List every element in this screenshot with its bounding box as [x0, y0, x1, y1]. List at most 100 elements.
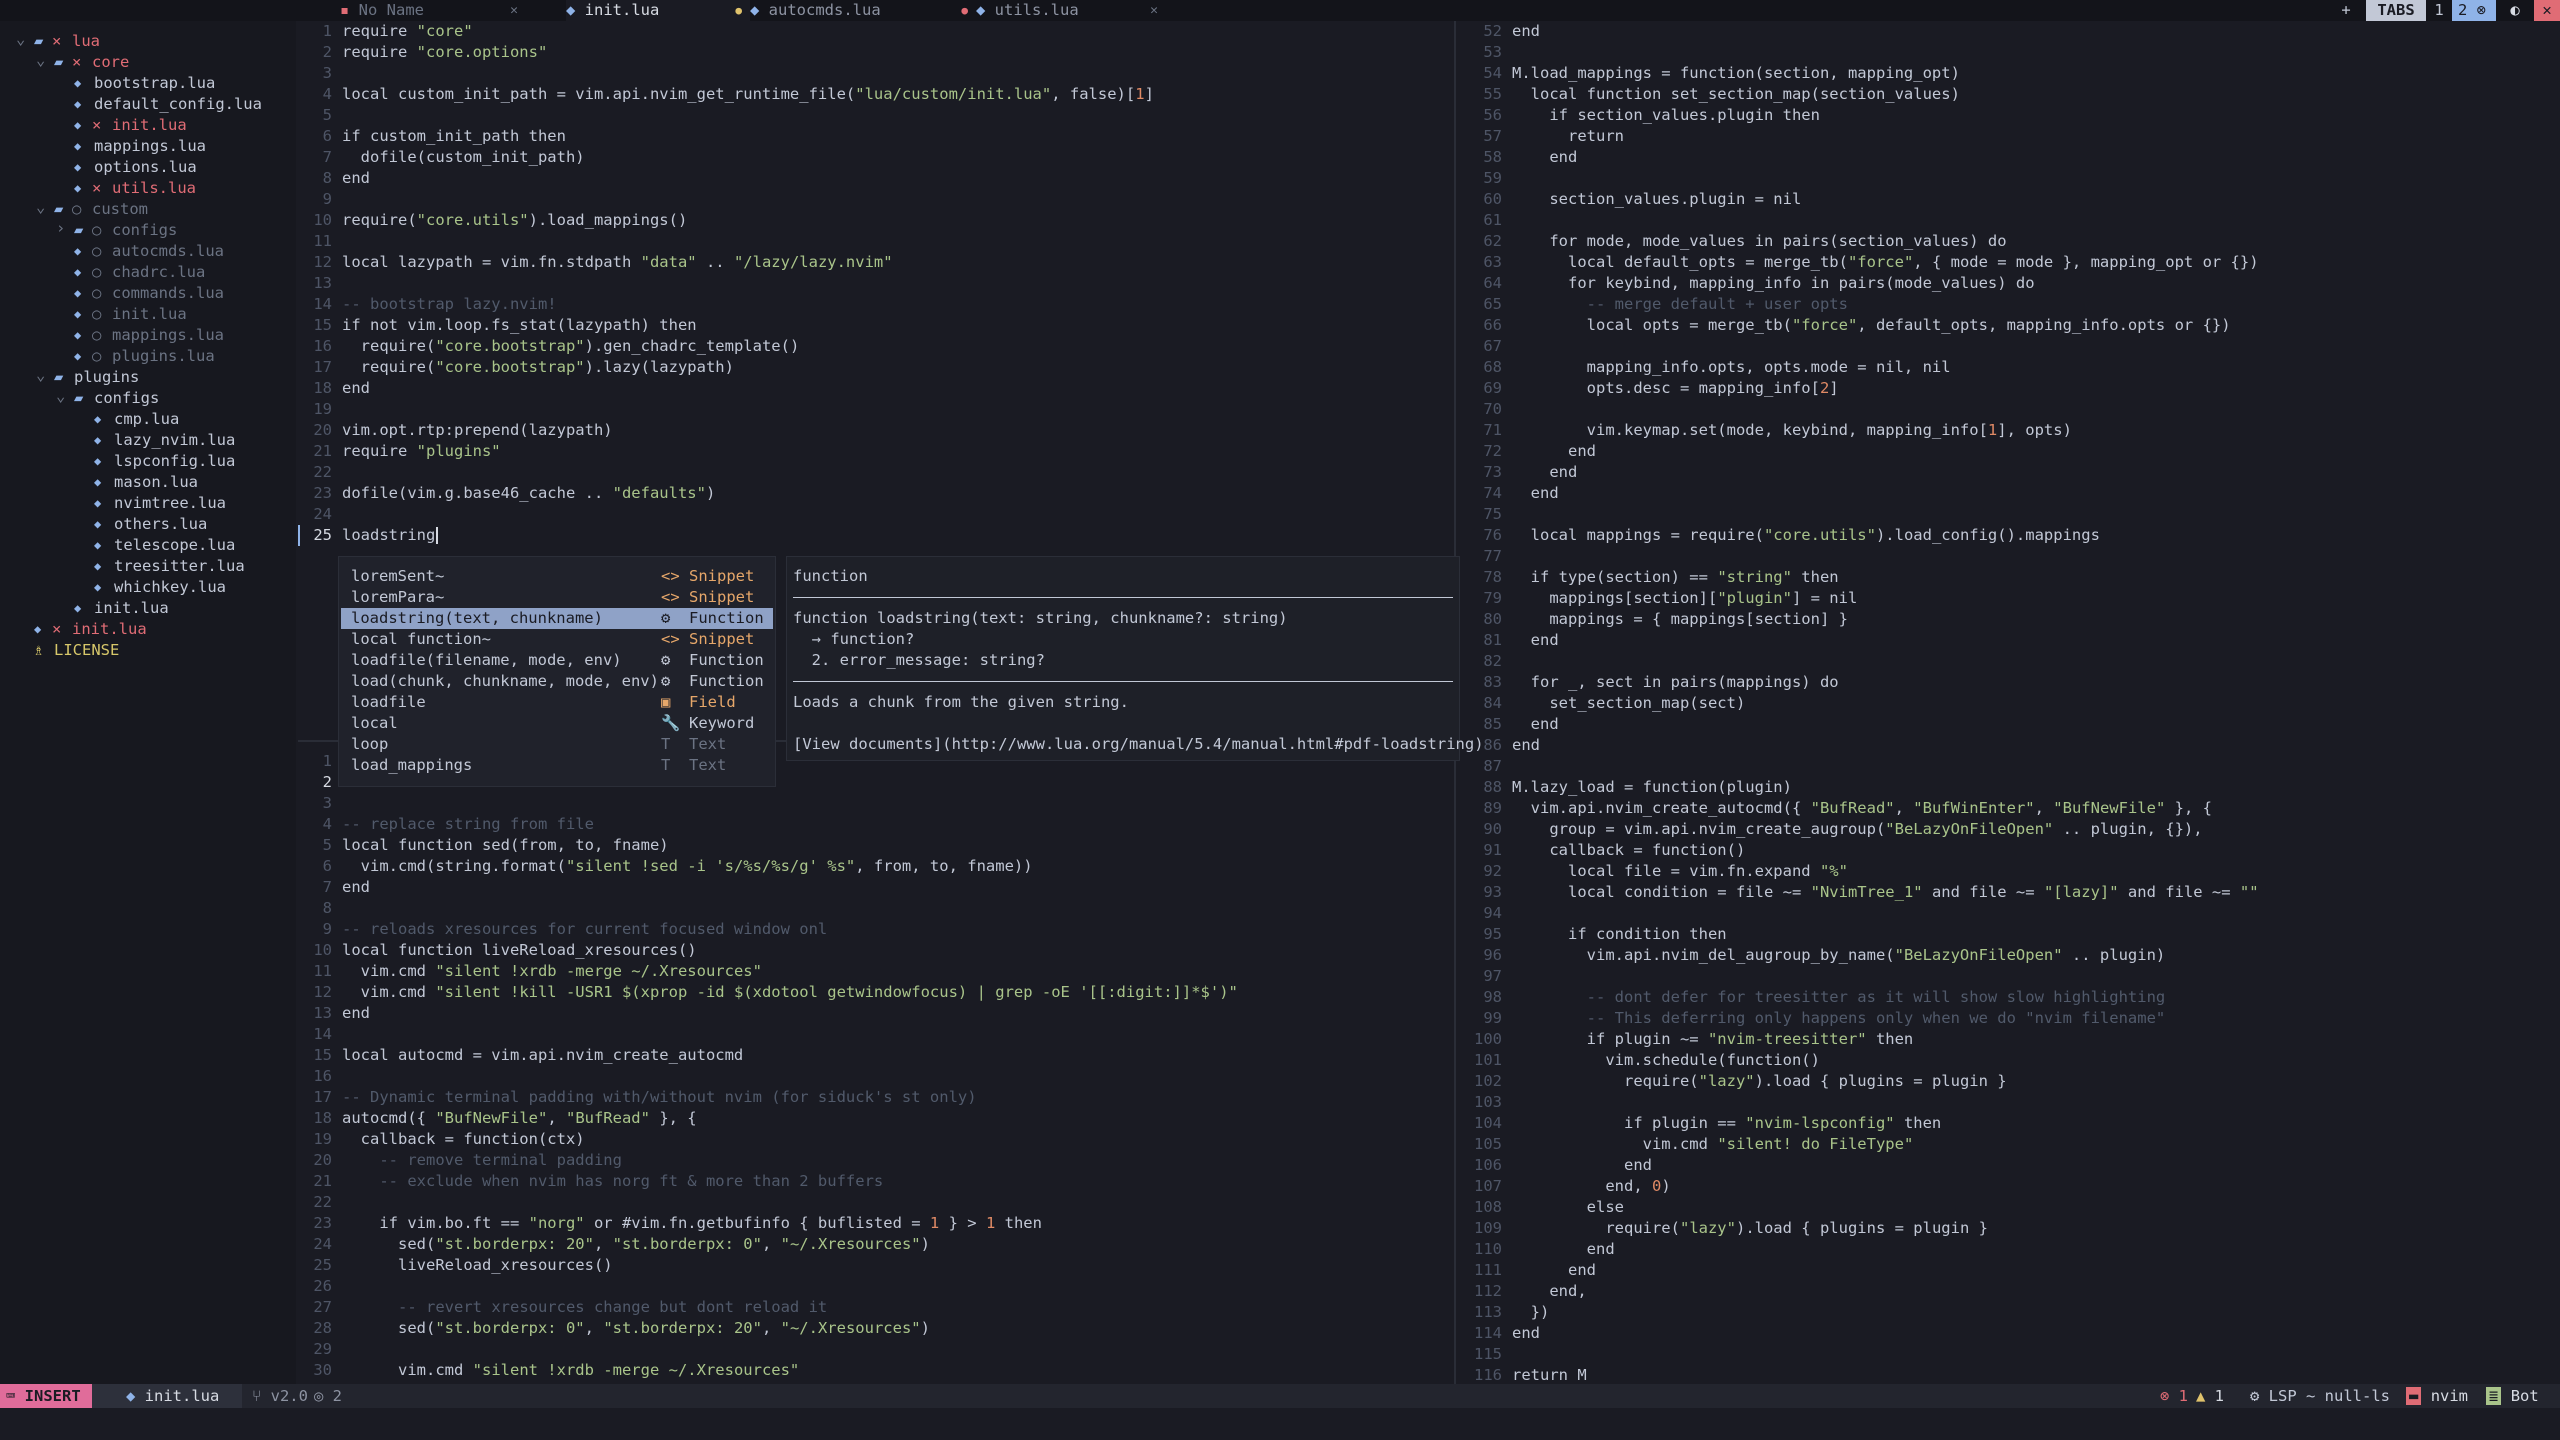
code-line[interactable]: 110 end — [1456, 1239, 2560, 1260]
code-line[interactable]: 77 — [1456, 546, 2560, 567]
code-line[interactable]: 85 end — [1456, 714, 2560, 735]
code-line[interactable]: 7 end — [298, 877, 1454, 898]
code-line[interactable]: 92 local file = vim.fn.expand "%" — [1456, 861, 2560, 882]
editor-pane-autocmds-lua[interactable]: 1 2 3 4 -- replace string from file 5 local fu… — [298, 751, 1454, 1384]
code-line[interactable]: 13 — [298, 273, 1454, 294]
code-line[interactable]: 19 callback = function(ctx) — [298, 1129, 1454, 1150]
code-line[interactable]: 11 — [298, 231, 1454, 252]
code-line[interactable]: 19 — [298, 399, 1454, 420]
code-line[interactable]: 97 — [1456, 966, 2560, 987]
code-line[interactable]: 22 — [298, 1192, 1454, 1213]
code-line[interactable]: 79 mappings[section]["plugin"] = nil — [1456, 588, 2560, 609]
code-line[interactable]: 20 vim.opt.rtp:prepend(lazypath) — [298, 420, 1454, 441]
code-line[interactable]: 115 — [1456, 1344, 2560, 1365]
new-tab-button[interactable]: + — [2332, 0, 2360, 21]
chevron-down-icon[interactable]: ⌄ — [16, 29, 25, 50]
code-line[interactable]: 90 group = vim.api.nvim_create_augroup("… — [1456, 819, 2560, 840]
code-line[interactable]: 59 — [1456, 168, 2560, 189]
code-line[interactable]: 87 — [1456, 756, 2560, 777]
code-line[interactable]: 20 -- remove terminal padding — [298, 1150, 1454, 1171]
code-line[interactable]: 100 if plugin ~= "nvim-treesitter" then — [1456, 1029, 2560, 1050]
code-line[interactable]: 113 }) — [1456, 1302, 2560, 1323]
code-line[interactable]: 65 -- merge default + user opts — [1456, 294, 2560, 315]
chevron-down-icon[interactable]: ⌄ — [36, 365, 45, 386]
doc-link[interactable]: [View documents](http://www.lua.org/manu… — [793, 734, 1484, 755]
code-line[interactable]: 10 require("core.utils").load_mappings() — [298, 210, 1454, 231]
code-line[interactable]: 71 vim.keymap.set(mode, keybind, mapping… — [1456, 420, 2560, 441]
code-line[interactable]: 27 -- revert xresources change but dont … — [298, 1297, 1454, 1318]
code-line[interactable]: 101 vim.schedule(function() — [1456, 1050, 2560, 1071]
code-line[interactable]: 55 local function set_section_map(sectio… — [1456, 84, 2560, 105]
code-line[interactable]: 15 if not vim.loop.fs_stat(lazypath) then — [298, 315, 1454, 336]
tabpage-1[interactable]: 1 — [2428, 0, 2450, 21]
code-line[interactable]: 78 if type(section) == "string" then — [1456, 567, 2560, 588]
completion-item[interactable]: load_mappings T Text — [341, 755, 773, 776]
code-line[interactable]: 82 — [1456, 651, 2560, 672]
code-line[interactable]: 88 M.lazy_load = function(plugin) — [1456, 777, 2560, 798]
close-icon[interactable]: ⊗ — [2467, 1, 2486, 19]
code-line[interactable]: 4 local custom_init_path = vim.api.nvim_g… — [298, 84, 1454, 105]
code-line[interactable]: 16 — [298, 1066, 1454, 1087]
code-line[interactable]: 17 require("core.bootstrap").lazy(lazypa… — [298, 357, 1454, 378]
completion-item[interactable]: loop T Text — [341, 734, 773, 755]
code-line[interactable]: 12 local lazypath = vim.fn.stdpath "data"… — [298, 252, 1454, 273]
code-line[interactable]: 18 end — [298, 378, 1454, 399]
code-line[interactable]: 53 — [1456, 42, 2560, 63]
code-line[interactable]: 70 — [1456, 399, 2560, 420]
code-line[interactable]: 99 -- This deferring only happens only w… — [1456, 1008, 2560, 1029]
code-line[interactable]: 30 vim.cmd "silent !xrdb -merge ~/.Xreso… — [298, 1360, 1454, 1381]
lsp-status[interactable]: ⚙ LSP ~ null-ls — [2250, 1384, 2390, 1408]
code-line[interactable]: 14 — [298, 1024, 1454, 1045]
code-line[interactable]: 52 end — [1456, 21, 2560, 42]
code-line[interactable]: 104 if plugin == "nvim-lspconfig" then — [1456, 1113, 2560, 1134]
code-line[interactable]: 7 dofile(custom_init_path) — [298, 147, 1454, 168]
buffer-tab[interactable]: ◆ utils.lua ✕ — [976, 0, 1166, 21]
code-line[interactable]: 28 sed("st.borderpx: 0", "st.borderpx: 2… — [298, 1318, 1454, 1339]
completion-item[interactable]: loadfile ▣ Field — [341, 692, 773, 713]
code-line[interactable]: 95 if condition then — [1456, 924, 2560, 945]
code-line[interactable]: 17 -- Dynamic terminal padding with/witho… — [298, 1087, 1454, 1108]
code-line[interactable]: 114 end — [1456, 1323, 2560, 1344]
code-line[interactable]: 56 if section_values.plugin then — [1456, 105, 2560, 126]
chevron-down-icon[interactable]: ⌄ — [56, 386, 65, 407]
code-line[interactable]: 98 -- dont defer for treesitter as it wi… — [1456, 987, 2560, 1008]
code-line[interactable]: 96 vim.api.nvim_del_augroup_by_name("BeL… — [1456, 945, 2560, 966]
chevron-down-icon[interactable]: ⌄ — [36, 197, 45, 218]
code-line[interactable]: 26 — [298, 1276, 1454, 1297]
code-line[interactable]: 9 -- reloads xresources for current focus… — [298, 919, 1454, 940]
code-line[interactable]: 23 if vim.bo.ft == "norg" or #vim.fn.get… — [298, 1213, 1454, 1234]
code-line[interactable]: 25 liveReload_xresources() — [298, 1255, 1454, 1276]
code-line[interactable]: 67 — [1456, 336, 2560, 357]
close-icon[interactable]: ✕ — [510, 0, 518, 21]
chevron-right-icon[interactable]: › — [56, 218, 65, 239]
code-line[interactable]: 69 opts.desc = mapping_info[2] — [1456, 378, 2560, 399]
close-all-button[interactable]: ✕ — [2534, 0, 2560, 21]
code-line[interactable]: 22 — [298, 462, 1454, 483]
code-line[interactable]: 6 vim.cmd(string.format("silent !sed -i … — [298, 856, 1454, 877]
modified-dot-icon[interactable]: ● — [735, 0, 742, 21]
error-dot-icon[interactable]: ● — [961, 0, 968, 21]
code-line[interactable]: 94 — [1456, 903, 2560, 924]
code-line[interactable]: 84 set_section_map(sect) — [1456, 693, 2560, 714]
tabpage-2[interactable]: 2 ⊗ — [2452, 0, 2496, 21]
code-line[interactable]: 63 local default_opts = merge_tb("force"… — [1456, 252, 2560, 273]
code-line[interactable]: 106 end — [1456, 1155, 2560, 1176]
completion-item[interactable]: load(chunk, chunkname, mode, env) ⚙ Functi… — [341, 671, 773, 692]
code-line[interactable]: 89 vim.api.nvim_create_autocmd({ "BufRea… — [1456, 798, 2560, 819]
diagnostic-warnings[interactable]: ▲ 1 — [2196, 1384, 2224, 1408]
theme-toggle-icon[interactable]: ◐ — [2498, 0, 2532, 21]
completion-item[interactable]: local function~ <> Snippet — [341, 629, 773, 650]
code-line[interactable]: 8 — [298, 898, 1454, 919]
code-line[interactable]: 4 -- replace string from file — [298, 814, 1454, 835]
code-line[interactable]: 11 vim.cmd "silent !xrdb -merge ~/.Xreso… — [298, 961, 1454, 982]
completion-item[interactable]: local 🔧 Keyword — [341, 713, 773, 734]
code-line[interactable]: 68 mapping_info.opts, opts.mode = nil, n… — [1456, 357, 2560, 378]
code-line[interactable]: 54 M.load_mappings = function(section, ma… — [1456, 63, 2560, 84]
editor-pane-utils-lua[interactable]: 52 end 53 54 M.load_mappings = function(sect… — [1456, 21, 2560, 1384]
code-line[interactable]: 64 for keybind, mapping_info in pairs(mo… — [1456, 273, 2560, 294]
code-line[interactable]: 5 — [298, 105, 1454, 126]
code-line[interactable]: 3 — [298, 63, 1454, 84]
code-line[interactable]: 86 end — [1456, 735, 2560, 756]
code-line[interactable]: 72 end — [1456, 441, 2560, 462]
code-line[interactable]: 60 section_values.plugin = nil — [1456, 189, 2560, 210]
